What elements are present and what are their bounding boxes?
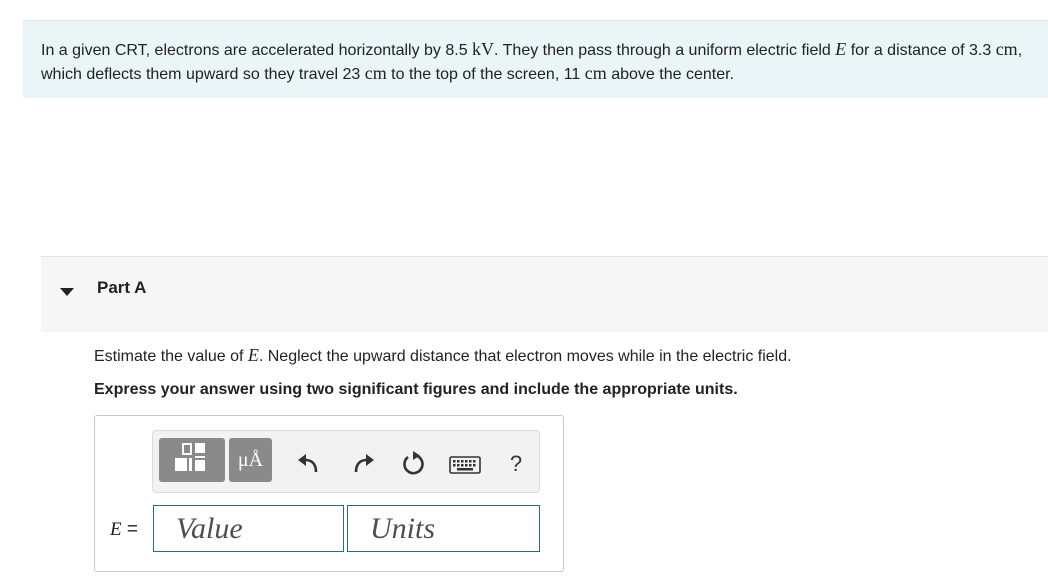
- question-text: Estimate the value of E. Neglect the upw…: [94, 345, 994, 366]
- undo-button[interactable]: [296, 453, 320, 477]
- undo-icon: [296, 451, 320, 480]
- templates-button[interactable]: [159, 438, 225, 482]
- part-a-header[interactable]: Part A: [41, 256, 1048, 332]
- help-button[interactable]: ?: [505, 451, 527, 477]
- unit-cm-1: cm: [995, 39, 1018, 59]
- problem-statement: In a given CRT, electrons are accelerate…: [23, 20, 1048, 98]
- answer-variable-label: E =: [110, 519, 138, 541]
- templates-icon: [167, 441, 217, 480]
- part-title: Part A: [97, 278, 147, 297]
- units-button[interactable]: μÅ: [229, 438, 272, 482]
- reset-button[interactable]: [400, 450, 426, 482]
- keyboard-button[interactable]: [449, 455, 481, 480]
- intro-text-3: for a distance of 3.3: [846, 42, 996, 59]
- problem-text: In a given CRT, electrons are accelerate…: [41, 38, 1031, 86]
- triangle-down-icon[interactable]: [59, 284, 75, 300]
- redo-button[interactable]: [352, 453, 376, 477]
- question-text-1: Estimate the value of: [94, 348, 248, 365]
- intro-text-1: In a given CRT, electrons are accelerate…: [41, 42, 473, 59]
- question-text-2: . Neglect the upward distance that elect…: [258, 348, 792, 365]
- reset-icon: [400, 450, 426, 482]
- unit-cm-3: cm: [584, 63, 607, 83]
- math-toolbar: μÅ ?: [152, 430, 540, 493]
- equals-sign: =: [121, 519, 138, 540]
- value-input[interactable]: [153, 505, 344, 552]
- intro-text-5: to the top of the screen, 11: [386, 66, 585, 83]
- redo-icon: [352, 451, 376, 480]
- keyboard-icon: [449, 455, 481, 480]
- answer-instruction: Express your answer using two significan…: [94, 381, 738, 398]
- unit-kv: kV: [472, 39, 495, 59]
- intro-text-2: . They then pass through a uniform elect…: [494, 42, 836, 59]
- intro-text-6: above the center.: [606, 66, 734, 83]
- units-input[interactable]: [347, 505, 540, 552]
- answer-variable: E: [110, 519, 122, 540]
- question-variable-e: E: [247, 345, 259, 365]
- variable-e: E: [835, 39, 847, 59]
- units-icon: μÅ: [237, 448, 264, 471]
- unit-cm-2: cm: [364, 63, 387, 83]
- answer-box: μÅ ? E = Value Units: [94, 415, 564, 572]
